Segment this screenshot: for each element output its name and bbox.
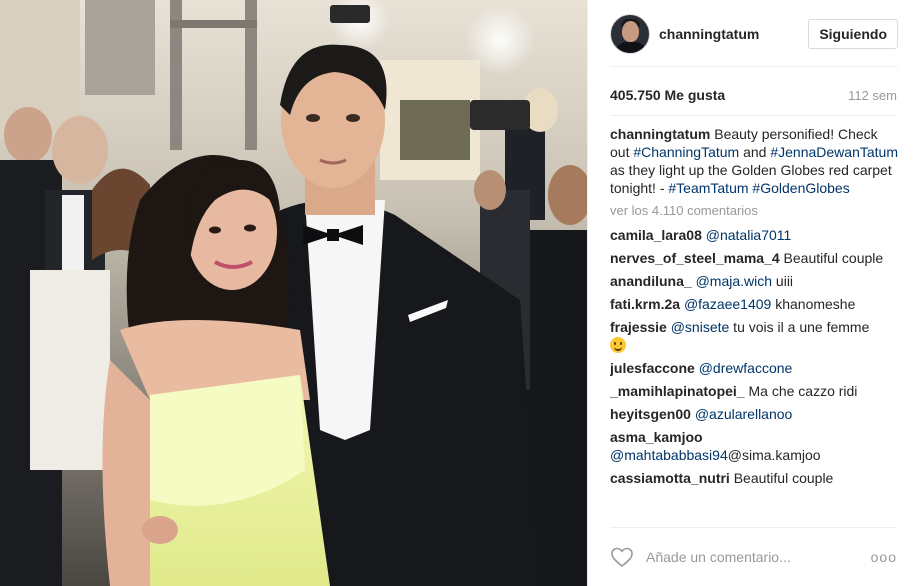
comment-username[interactable]: camila_lara08 bbox=[610, 227, 702, 243]
profile-username[interactable]: channingtatum bbox=[659, 26, 808, 42]
comment-text: Ma che cazzo ridi bbox=[744, 383, 858, 399]
post-header: channingtatum Siguiendo bbox=[588, 0, 919, 67]
comment-item: cassiamotta_nutri Beautiful couple bbox=[610, 469, 900, 487]
comment-username[interactable]: cassiamotta_nutri bbox=[610, 470, 730, 486]
comment-item: julesfaccone @drewfaccone bbox=[610, 359, 900, 377]
comment-username[interactable]: nerves_of_steel_mama_4 bbox=[610, 250, 780, 266]
comment-mention[interactable]: @mahtababbasi94 bbox=[610, 447, 728, 463]
comment-username[interactable]: fati.krm.2a bbox=[610, 296, 680, 312]
following-button[interactable]: Siguiendo bbox=[808, 18, 898, 49]
post-photo[interactable] bbox=[0, 0, 587, 586]
comment-item: _mamihlapinatopei_ Ma che cazzo ridi bbox=[610, 382, 900, 400]
hashtag-link[interactable]: #TeamTatum bbox=[668, 180, 748, 196]
comment-text: @sima.kamjoo bbox=[727, 447, 821, 463]
divider bbox=[610, 115, 897, 116]
comment-mention[interactable]: @fazaee1409 bbox=[684, 296, 771, 312]
comment-text: uiii bbox=[772, 273, 794, 289]
view-all-comments-link[interactable]: ver los 4.110 comentarios bbox=[610, 202, 900, 220]
more-options-icon[interactable]: ooo bbox=[871, 549, 897, 565]
comments-list[interactable]: channingtatum Beauty personified! Check … bbox=[610, 125, 900, 522]
comment-mention[interactable]: @maja.wich bbox=[696, 273, 772, 289]
hashtag-link[interactable]: #JennaDewanTatum bbox=[770, 144, 898, 160]
comment-item: camila_lara08 @natalia7011 bbox=[610, 226, 900, 244]
photo-illustration bbox=[0, 0, 587, 586]
caption-username[interactable]: channingtatum bbox=[610, 126, 710, 142]
comment-username[interactable]: frajessie bbox=[610, 319, 667, 335]
hashtag-link[interactable]: #GoldenGlobes bbox=[752, 180, 849, 196]
comment-item: nerves_of_steel_mama_4 Beautiful couple bbox=[610, 249, 900, 267]
comment-text: Beautiful couple bbox=[779, 250, 884, 266]
comment-username[interactable]: heyitsgen00 bbox=[610, 406, 691, 422]
comment-item: asma_kamjoo @mahtababbasi94@sima.kamjoo bbox=[610, 428, 900, 464]
list-fade bbox=[610, 512, 900, 522]
instagram-post: channingtatum Siguiendo 405.750 Me gusta… bbox=[0, 0, 919, 586]
likes-count[interactable]: 405.750 Me gusta bbox=[610, 87, 725, 103]
comment-username[interactable]: _mamihlapinatopei_ bbox=[610, 383, 745, 399]
comment-mention[interactable]: @azularellanoo bbox=[695, 406, 793, 422]
comment-text: Beautiful couple bbox=[729, 470, 834, 486]
post-caption: channingtatum Beauty personified! Check … bbox=[610, 125, 900, 197]
heart-icon[interactable] bbox=[610, 545, 634, 569]
hashtag-link[interactable]: #ChanningTatum bbox=[633, 144, 739, 160]
post-age[interactable]: 112 sem bbox=[848, 88, 897, 103]
post-footer: ooo bbox=[610, 527, 897, 586]
post-meta: 405.750 Me gusta 112 sem bbox=[610, 87, 897, 103]
comment-username[interactable]: anandiluna_ bbox=[610, 273, 692, 289]
comment-mention[interactable]: @drewfaccone bbox=[699, 360, 793, 376]
post-sidebar: channingtatum Siguiendo 405.750 Me gusta… bbox=[587, 0, 919, 586]
comment-item: fati.krm.2a @fazaee1409 khanomeshe bbox=[610, 295, 900, 313]
comment-text: khanomeshe bbox=[771, 296, 856, 312]
add-comment-input[interactable] bbox=[646, 549, 871, 565]
comment-username[interactable]: julesfaccone bbox=[610, 360, 695, 376]
caption-text: and bbox=[739, 144, 771, 160]
comment-item: frajessie @snisete tu vois il a une femm… bbox=[610, 318, 900, 354]
comment-username[interactable]: asma_kamjoo bbox=[610, 429, 703, 445]
comment-item: heyitsgen00 @azularellanoo bbox=[610, 405, 900, 423]
comment-mention[interactable]: @natalia7011 bbox=[706, 227, 792, 243]
profile-avatar-icon[interactable] bbox=[610, 13, 650, 54]
comment-mention[interactable]: @snisete bbox=[671, 319, 730, 335]
comment-text: tu vois il a une femme bbox=[729, 319, 870, 335]
smile-emoji-icon bbox=[610, 337, 626, 353]
comment-item: anandiluna_ @maja.wich uiii bbox=[610, 272, 900, 290]
